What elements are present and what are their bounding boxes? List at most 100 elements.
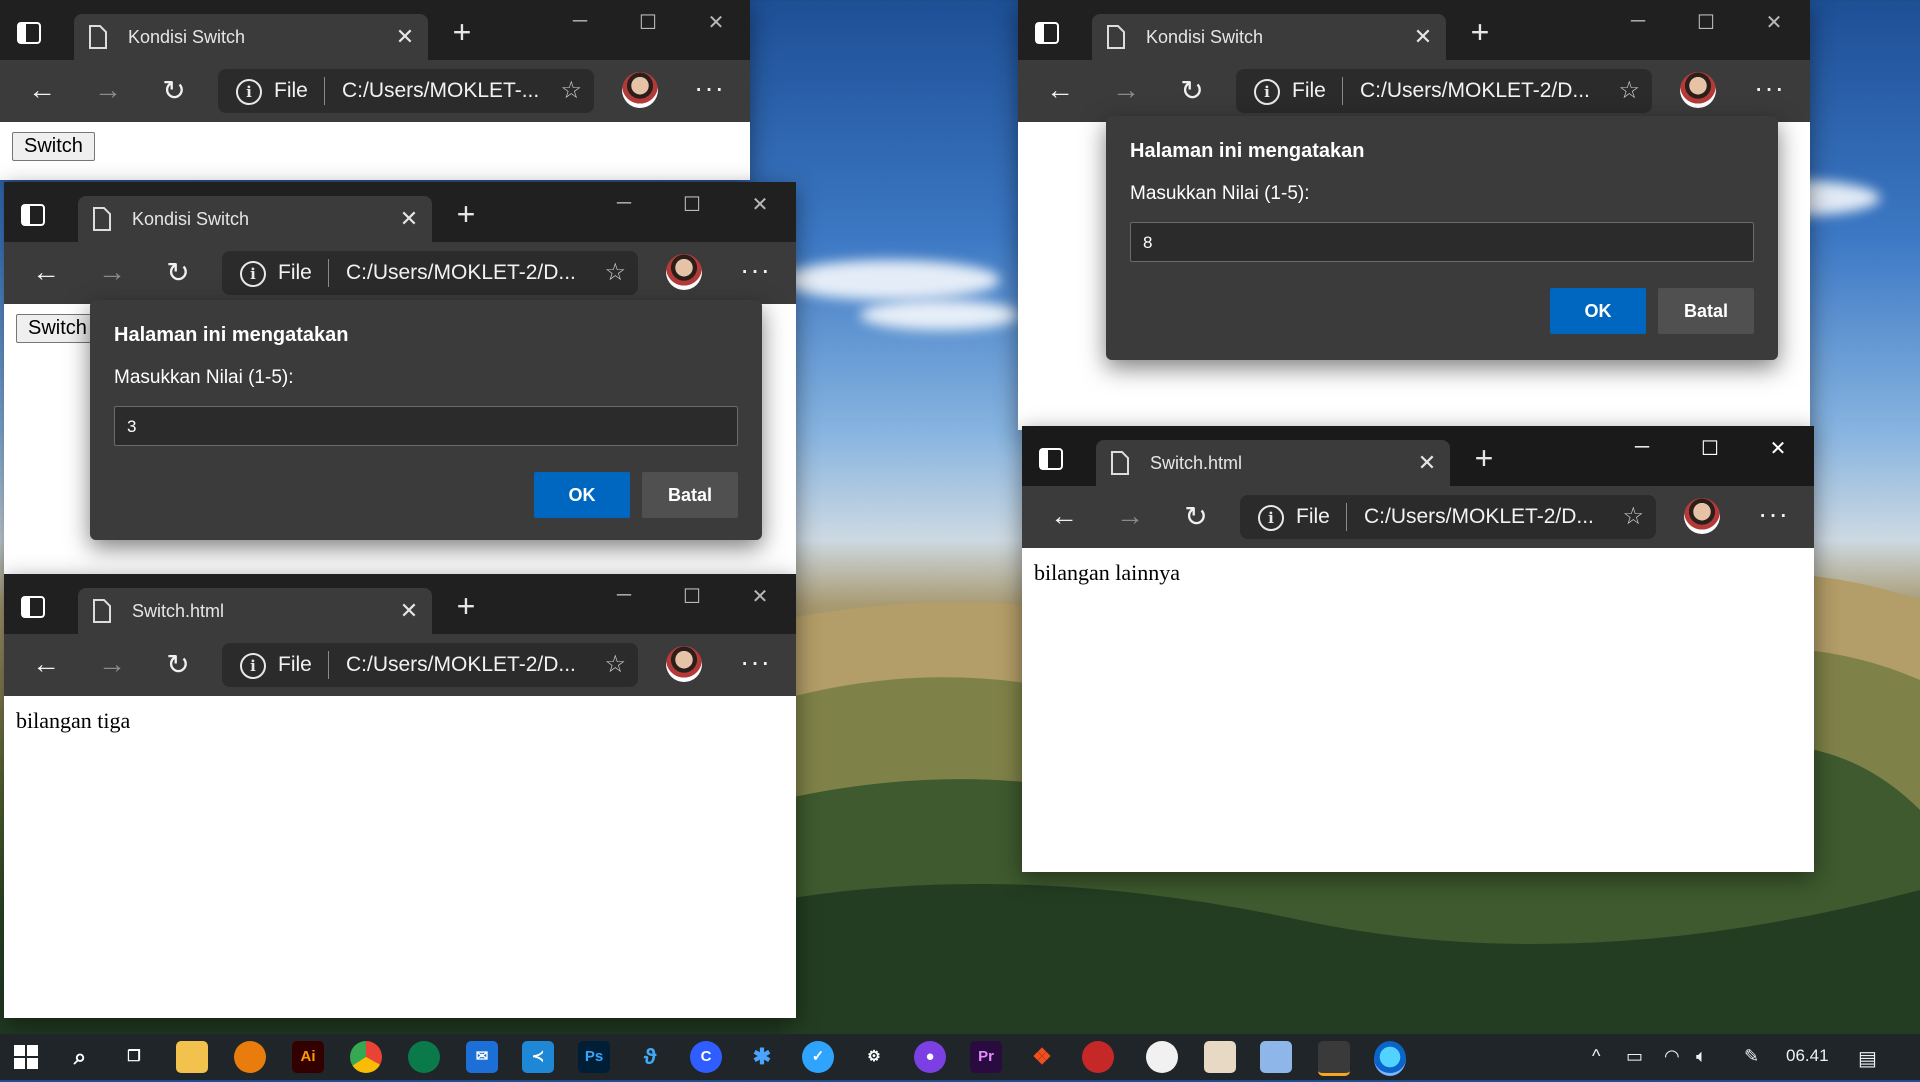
add-favorite-icon[interactable]: ☆ [1622,502,1644,531]
app-icon-2[interactable]: ✓ [802,1041,834,1073]
more-icon[interactable]: ··· [1754,72,1785,104]
close-tab-icon[interactable]: ✕ [396,598,422,624]
tab-switch-html[interactable]: Switch.html ✕ [78,588,432,634]
new-tab-icon[interactable]: + [444,14,480,51]
search-icon[interactable]: ⌕ [64,1041,96,1073]
close-tab-icon[interactable]: ✕ [1414,450,1440,476]
back-icon[interactable]: ← [22,74,62,106]
new-tab-icon[interactable]: + [448,588,484,625]
pen-icon[interactable]: ✎ [1744,1046,1759,1067]
close-window-icon[interactable]: ✕ [1758,436,1798,461]
more-icon[interactable]: ··· [1758,498,1789,530]
avatar[interactable] [666,254,702,290]
address-bar[interactable]: i File C:/Users/MOKLET-... ☆ [218,69,594,113]
avatar[interactable] [1680,72,1716,108]
app-icon[interactable]: ϑ [634,1041,666,1073]
clock[interactable]: 06.41 [1786,1046,1829,1066]
file-explorer-icon[interactable] [176,1041,208,1073]
more-icon[interactable]: ··· [694,72,725,104]
more-icon[interactable]: ··· [740,646,771,678]
value-input[interactable]: 3 [114,406,738,446]
volume-icon[interactable]: 🔈︎ [1696,1046,1707,1067]
minimize-icon[interactable]: ─ [1622,436,1662,459]
tab-kondisi-switch[interactable]: Kondisi Switch ✕ [1092,14,1446,60]
close-tab-icon[interactable]: ✕ [396,206,422,232]
close-tab-icon[interactable]: ✕ [1410,24,1436,50]
back-icon[interactable]: ← [1040,74,1080,106]
cancel-button[interactable]: Batal [1658,288,1754,334]
add-favorite-icon[interactable]: ☆ [560,76,582,105]
mail-icon[interactable]: ✉ [466,1041,498,1073]
forward-icon[interactable]: → [92,648,132,680]
address-bar[interactable]: i File C:/Users/MOKLET-2/D... ☆ [222,643,638,687]
refresh-icon[interactable]: ↻ [1172,74,1212,107]
avatar[interactable] [1684,498,1720,534]
close-window-icon[interactable]: ✕ [740,192,780,217]
info-icon[interactable]: i [236,79,262,105]
info-icon[interactable]: i [240,261,266,287]
more-icon[interactable]: ··· [740,254,771,286]
close-window-icon[interactable]: ✕ [740,584,780,609]
info-icon[interactable]: i [240,653,266,679]
add-favorite-icon[interactable]: ☆ [604,650,626,679]
address-bar[interactable]: i File C:/Users/MOKLET-2/D... ☆ [1236,69,1652,113]
cortana-icon[interactable]: C [690,1041,722,1073]
back-icon[interactable]: ← [26,648,66,680]
minimize-icon[interactable]: ─ [1618,10,1658,33]
new-tab-icon[interactable]: + [448,196,484,233]
premiere-icon[interactable]: Pr [970,1041,1002,1073]
avatar[interactable] [622,72,658,108]
cancel-button[interactable]: Batal [642,472,738,518]
illustrator-icon[interactable]: Ai [292,1041,324,1073]
new-tab-icon[interactable]: + [1466,440,1502,477]
minimize-icon[interactable]: ─ [604,192,644,215]
task-view-icon[interactable]: ❐ [118,1041,150,1073]
address-bar[interactable]: i File C:/Users/MOKLET-2/D... ☆ [1240,495,1656,539]
switch-button[interactable]: Switch [16,314,99,343]
close-window-icon[interactable]: ✕ [696,10,736,35]
tab-kondisi-switch[interactable]: Kondisi Switch ✕ [74,14,428,60]
photoshop-icon[interactable]: Ps [578,1041,610,1073]
edge-dev-icon[interactable] [408,1041,440,1073]
tab-actions-icon[interactable] [20,594,46,620]
edge-icon[interactable] [1374,1041,1406,1076]
forward-icon[interactable]: → [92,256,132,288]
add-favorite-icon[interactable]: ☆ [1618,76,1640,105]
maximize-icon[interactable]: ☐ [672,192,712,217]
notification-icon[interactable]: ▤ [1858,1046,1877,1071]
refresh-icon[interactable]: ↻ [158,648,198,681]
tool-icon[interactable]: ✱ [746,1041,778,1073]
maximize-icon[interactable]: ☐ [1690,436,1730,461]
info-icon[interactable]: i [1254,79,1280,105]
maximize-icon[interactable]: ☐ [628,10,668,35]
refresh-icon[interactable]: ↻ [1176,500,1216,533]
add-favorite-icon[interactable]: ☆ [604,258,626,287]
refresh-icon[interactable]: ↻ [154,74,194,107]
vscode-icon[interactable]: ≺ [522,1041,554,1073]
cube-icon[interactable] [1260,1041,1292,1073]
maximize-icon[interactable]: ☐ [672,584,712,609]
tab-actions-icon[interactable] [1034,20,1060,46]
tab-actions-icon[interactable] [1038,446,1064,472]
refresh-icon[interactable]: ↻ [158,256,198,289]
visual-studio-icon[interactable] [1318,1041,1350,1076]
close-window-icon[interactable]: ✕ [1754,10,1794,35]
tab-switch-html[interactable]: Switch.html ✕ [1096,440,1450,486]
chevron-up-icon[interactable]: ^ [1592,1046,1600,1067]
ok-button[interactable]: OK [1550,288,1646,334]
app-icon-3[interactable] [1082,1041,1114,1073]
forward-icon[interactable]: → [1106,74,1146,106]
chrome-icon[interactable] [350,1041,382,1073]
windows-start-icon[interactable] [10,1041,42,1073]
figma-icon[interactable]: ❖ [1026,1041,1058,1073]
switch-button[interactable]: Switch [12,132,95,161]
address-bar[interactable]: i File C:/Users/MOKLET-2/D... ☆ [222,251,638,295]
close-tab-icon[interactable]: ✕ [392,24,418,50]
app-icon-5[interactable] [1204,1041,1236,1073]
battery-icon[interactable]: ▭ [1626,1046,1643,1067]
minimize-icon[interactable]: ─ [604,584,644,607]
ok-button[interactable]: OK [534,472,630,518]
minimize-icon[interactable]: ─ [560,10,600,33]
tab-kondisi-switch[interactable]: Kondisi Switch ✕ [78,196,432,242]
avatar[interactable] [666,646,702,682]
